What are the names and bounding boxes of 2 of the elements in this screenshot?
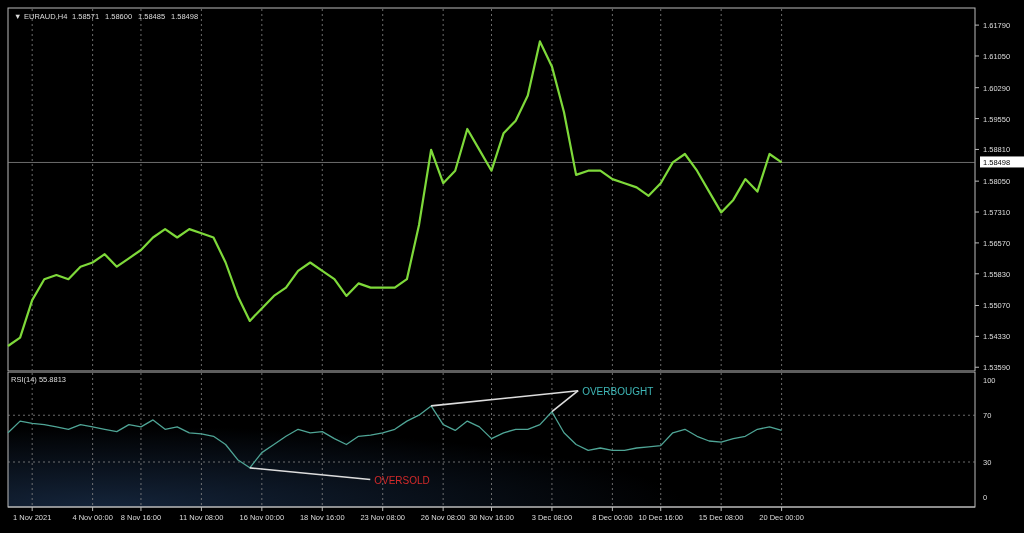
annotation-label: OVERSOLD [374, 474, 430, 486]
annotation-label: OVERBOUGHT [582, 385, 654, 397]
